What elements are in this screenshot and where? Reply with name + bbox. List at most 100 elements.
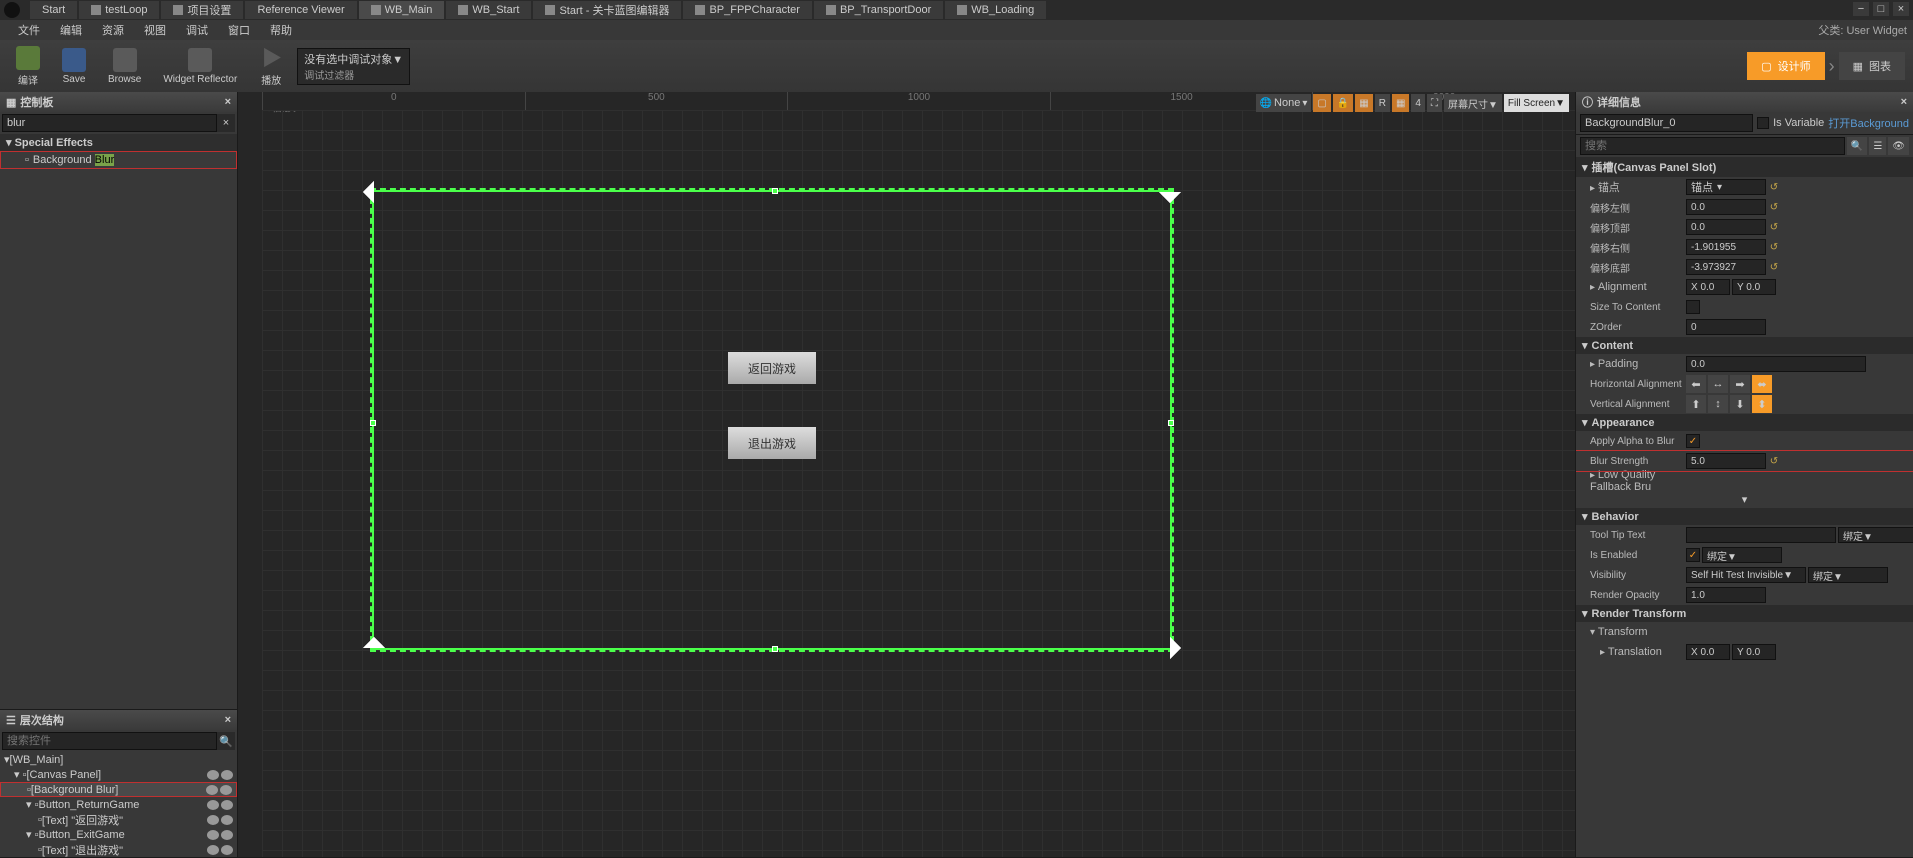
- tab-wb-main[interactable]: WB_Main: [359, 1, 445, 19]
- palette-search-input[interactable]: [2, 114, 217, 132]
- tab-reference-viewer[interactable]: Reference Viewer: [245, 1, 356, 19]
- palette-item-background-blur[interactable]: ▫ Background Blur: [0, 151, 237, 169]
- lock-icon[interactable]: [221, 830, 233, 840]
- canvas-localization-button[interactable]: 🌐 None ▾: [1256, 94, 1312, 112]
- expand-advanced-icon[interactable]: ▾: [1742, 494, 1748, 506]
- tree-button-exit[interactable]: ▾ ▫ Button_ExitGame: [0, 827, 237, 842]
- section-render-transform[interactable]: ▾ Render Transform: [1576, 605, 1913, 622]
- offset-bottom-input[interactable]: [1686, 259, 1766, 275]
- visibility-icon[interactable]: [206, 785, 218, 795]
- tab-level-bp[interactable]: Start - 关卡蓝图编辑器: [533, 1, 681, 19]
- canvas-fill-screen[interactable]: Fill Screen▼: [1504, 94, 1569, 112]
- resize-handle-l[interactable]: [370, 420, 376, 426]
- save-button[interactable]: Save: [54, 43, 94, 89]
- window-maximize[interactable]: □: [1873, 2, 1889, 16]
- menu-edit[interactable]: 编辑: [50, 20, 92, 40]
- graph-mode-button[interactable]: ▦ 图表: [1839, 52, 1905, 80]
- details-eye-icon[interactable]: 👁: [1888, 137, 1909, 155]
- tab-wb-start[interactable]: WB_Start: [446, 1, 531, 19]
- blur-strength-input[interactable]: [1686, 453, 1766, 469]
- tree-background-blur[interactable]: ▫ [Background Blur]: [0, 782, 237, 797]
- render-opacity-input[interactable]: [1686, 587, 1766, 603]
- lock-icon[interactable]: [221, 845, 233, 855]
- widget-name-input[interactable]: [1580, 114, 1753, 132]
- canvas-snap-toggle[interactable]: ▦: [1392, 94, 1409, 112]
- hierarchy-panel-header[interactable]: ☰ 层次结构 ×: [0, 710, 237, 730]
- menu-asset[interactable]: 资源: [92, 20, 134, 40]
- tree-canvas-panel[interactable]: ▾ ▫ [Canvas Panel]: [0, 767, 237, 782]
- tab-testloop[interactable]: testLoop: [79, 1, 159, 19]
- offset-left-input[interactable]: [1686, 199, 1766, 215]
- open-background-link[interactable]: 打开Background: [1828, 115, 1909, 131]
- valign-center[interactable]: ↕: [1708, 395, 1728, 413]
- valign-top[interactable]: ⬆: [1686, 395, 1706, 413]
- palette-panel-header[interactable]: ▦ 控制板 ×: [0, 92, 237, 112]
- is-enabled-checkbox[interactable]: [1686, 548, 1700, 562]
- menu-help[interactable]: 帮助: [260, 20, 302, 40]
- menu-file[interactable]: 文件: [8, 20, 50, 40]
- canvas-resolution-button[interactable]: ⛶: [1427, 94, 1442, 112]
- resize-handle-t[interactable]: [772, 188, 778, 194]
- resize-handle-tr[interactable]: [1159, 181, 1182, 204]
- canvas-grid-toggle[interactable]: ▦: [1355, 94, 1372, 112]
- hierarchy-search-input[interactable]: [2, 732, 217, 750]
- is-variable-checkbox[interactable]: [1757, 117, 1769, 129]
- lock-icon[interactable]: [221, 815, 233, 825]
- details-panel-header[interactable]: ⓘ 详细信息 ×: [1576, 92, 1913, 112]
- resize-handle-tl[interactable]: [363, 181, 386, 204]
- widget-reflector-button[interactable]: Widget Reflector: [155, 43, 245, 89]
- section-content[interactable]: ▾ Content: [1576, 337, 1913, 354]
- canvas-r-button[interactable]: R: [1375, 94, 1390, 112]
- valign-bottom[interactable]: ⬇: [1730, 395, 1750, 413]
- play-button[interactable]: 播放: [251, 43, 291, 89]
- resize-handle-b[interactable]: [772, 646, 778, 652]
- reset-button[interactable]: ↺: [1768, 241, 1780, 253]
- resize-handle-bl[interactable]: [363, 637, 386, 660]
- tree-button-return[interactable]: ▾ ▫ Button_ReturnGame: [0, 797, 237, 812]
- browse-button[interactable]: Browse: [100, 43, 149, 89]
- canvas-outline-toggle[interactable]: ▢: [1313, 94, 1330, 112]
- halign-left[interactable]: ⬅: [1686, 375, 1706, 393]
- hierarchy-search-icon[interactable]: 🔍: [217, 732, 235, 750]
- menu-window[interactable]: 窗口: [218, 20, 260, 40]
- designer-canvas[interactable]: 缩放-2 0 500 1000 1500 2000 🌐 None ▾ ▢ 🔒 ▦…: [238, 92, 1575, 857]
- palette-close-icon[interactable]: ×: [225, 96, 231, 108]
- alignment-y-input[interactable]: [1732, 279, 1776, 295]
- tab-bp-fppcharacter[interactable]: BP_FPPCharacter: [683, 1, 811, 19]
- details-view-options[interactable]: ☰: [1869, 137, 1886, 155]
- tree-text-exit[interactable]: ▫ [Text] "退出游戏": [0, 842, 237, 857]
- menu-debug[interactable]: 调试: [176, 20, 218, 40]
- palette-category[interactable]: ▾ Special Effects: [0, 134, 237, 151]
- window-close[interactable]: ×: [1893, 2, 1909, 16]
- tooltip-bind[interactable]: 绑定▼: [1838, 527, 1913, 543]
- selected-widget-frame[interactable]: 返回游戏 退出游戏: [372, 190, 1172, 650]
- visibility-icon[interactable]: [207, 845, 219, 855]
- canvas-screen-size[interactable]: 屏幕尺寸▼: [1444, 94, 1502, 112]
- section-appearance[interactable]: ▾ Appearance: [1576, 414, 1913, 431]
- tab-start[interactable]: Start: [30, 1, 77, 19]
- halign-center[interactable]: ↔: [1708, 375, 1728, 393]
- details-close-icon[interactable]: ×: [1901, 96, 1907, 108]
- details-search-icon[interactable]: 🔍: [1847, 137, 1867, 155]
- apply-alpha-checkbox[interactable]: [1686, 434, 1700, 448]
- translation-y-input[interactable]: [1732, 644, 1776, 660]
- window-minimize[interactable]: −: [1853, 2, 1869, 16]
- visibility-icon[interactable]: [207, 770, 219, 780]
- translation-x-input[interactable]: [1686, 644, 1730, 660]
- visibility-icon[interactable]: [207, 815, 219, 825]
- tree-root[interactable]: ▾ [WB_Main]: [0, 752, 237, 767]
- canvas-snap-value[interactable]: 4: [1411, 94, 1425, 112]
- tree-text-return[interactable]: ▫ [Text] "返回游戏": [0, 812, 237, 827]
- section-slot[interactable]: ▾ 插槽(Canvas Panel Slot): [1576, 157, 1913, 177]
- tab-project-settings[interactable]: 项目设置: [161, 1, 243, 19]
- halign-right[interactable]: ➡: [1730, 375, 1750, 393]
- reset-button[interactable]: ↺: [1768, 201, 1780, 213]
- tab-wb-loading[interactable]: WB_Loading: [945, 1, 1046, 19]
- palette-search-clear[interactable]: ×: [217, 114, 235, 132]
- section-behavior[interactable]: ▾ Behavior: [1576, 508, 1913, 525]
- lock-icon[interactable]: [221, 800, 233, 810]
- zorder-input[interactable]: [1686, 319, 1766, 335]
- reset-button[interactable]: ↺: [1768, 455, 1780, 467]
- padding-input[interactable]: [1686, 356, 1866, 372]
- visibility-combo[interactable]: Self Hit Test Invisible▼: [1686, 567, 1806, 583]
